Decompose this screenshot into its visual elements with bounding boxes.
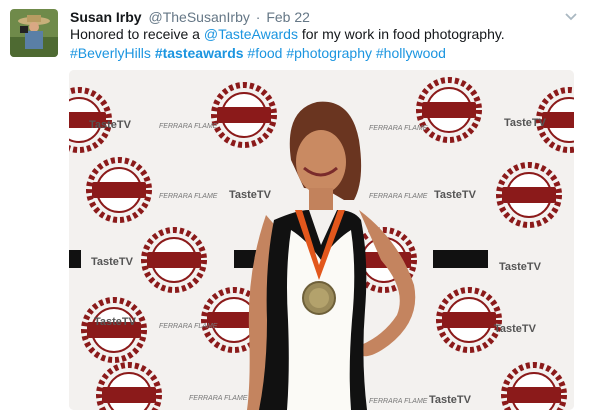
svg-text:TasteTV: TasteTV <box>499 261 542 273</box>
hashtag-link[interactable]: #BeverlyHills <box>70 45 151 61</box>
tweet-header: Susan Irby @TheSusanIrby · Feb 22 <box>70 8 310 26</box>
svg-text:FERRARA FLAME: FERRARA FLAME <box>159 123 218 130</box>
svg-text:FERRARA FLAME: FERRARA FLAME <box>369 398 428 405</box>
svg-text:FERRARA FLAME: FERRARA FLAME <box>369 193 428 200</box>
svg-text:TasteTV: TasteTV <box>229 189 272 201</box>
avatar-photo-icon <box>10 9 58 57</box>
hashtag-link[interactable]: #tasteawards <box>155 45 244 61</box>
svg-text:FERRARA FLAME: FERRARA FLAME <box>189 395 248 402</box>
tweet-text-part: for my work in food photography. <box>297 26 505 42</box>
svg-text:TasteTV: TasteTV <box>91 256 134 268</box>
hashtag-link[interactable]: #food <box>247 45 282 61</box>
mention-link[interactable]: @TasteAwards <box>204 26 298 42</box>
svg-text:TasteTV: TasteTV <box>434 189 477 201</box>
svg-text:TasteTV: TasteTV <box>89 119 132 131</box>
tweet-text-part: Honored to receive a <box>70 26 204 42</box>
svg-text:FERRARA FLAME: FERRARA FLAME <box>159 323 218 330</box>
chevron-down-icon[interactable] <box>565 12 577 22</box>
svg-text:TasteTV: TasteTV <box>494 323 537 335</box>
hashtag-link[interactable]: #photography <box>286 45 372 61</box>
avatar[interactable] <box>10 9 58 57</box>
svg-text:TasteTV: TasteTV <box>94 316 137 328</box>
timestamp[interactable]: Feb 22 <box>266 9 310 25</box>
svg-text:FERRARA FLAME: FERRARA FLAME <box>369 125 428 132</box>
svg-text:TasteTV: TasteTV <box>504 117 547 129</box>
svg-text:FERRARA FLAME: FERRARA FLAME <box>159 193 218 200</box>
svg-text:TasteTV: TasteTV <box>429 394 472 406</box>
tweet-photo[interactable]: TasteTV TasteTV TasteTV TasteTV TasteTV … <box>69 70 574 410</box>
tweet-text: Honored to receive a @TasteAwards for my… <box>70 25 580 63</box>
separator-dot: · <box>255 9 261 25</box>
display-name[interactable]: Susan Irby <box>70 9 142 25</box>
user-handle[interactable]: @TheSusanIrby <box>148 9 249 25</box>
hashtag-link[interactable]: #hollywood <box>376 45 446 61</box>
photo-image: TasteTV TasteTV TasteTV TasteTV TasteTV … <box>69 70 574 410</box>
